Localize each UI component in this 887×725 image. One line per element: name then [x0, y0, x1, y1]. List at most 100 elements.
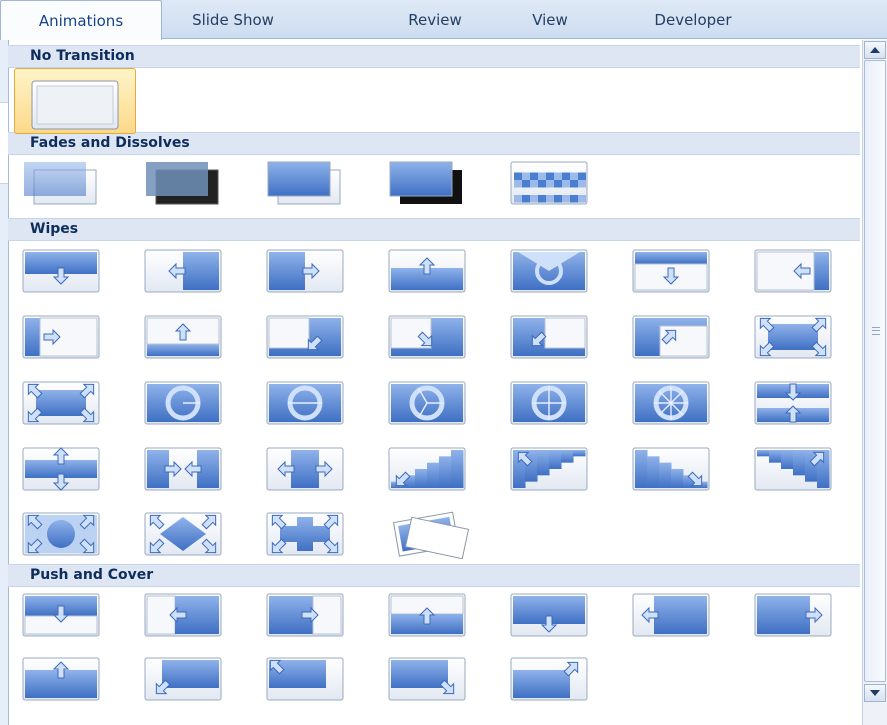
scroll-up-button[interactable]: [864, 41, 886, 59]
transition-uncover-right-up[interactable]: [630, 312, 720, 362]
transition-cut-black[interactable]: [386, 158, 476, 208]
uncover-left-down-icon: [266, 315, 344, 359]
transition-cover-right-down[interactable]: [386, 654, 476, 704]
transition-strips-left-down[interactable]: [386, 444, 476, 494]
transition-push-left[interactable]: [142, 590, 232, 640]
category-title: Wipes: [30, 221, 79, 237]
split-horizontal-out-icon: [22, 447, 100, 491]
scroll-up-arrow-icon: [870, 47, 880, 53]
transition-split-vertical-out[interactable]: [264, 444, 354, 494]
transition-uncover-left-up[interactable]: [386, 312, 476, 362]
transition-uncover-up[interactable]: [142, 312, 232, 362]
cover-down-icon: [510, 593, 588, 637]
transition-cover-right[interactable]: [752, 590, 842, 640]
transition-cover-left-up[interactable]: [264, 654, 354, 704]
tab-animations[interactable]: Animations: [0, 0, 162, 40]
fade-smooth-icon: [24, 162, 97, 205]
transition-cover-up[interactable]: [20, 654, 110, 704]
transition-cover-right-up[interactable]: [508, 654, 598, 704]
transition-newsflash[interactable]: [386, 509, 476, 559]
ribbon-edge: [0, 40, 8, 725]
transition-wheel-3[interactable]: [386, 378, 476, 428]
ribbon-tab-strip: Animations Slide Show Review View Develo…: [0, 0, 887, 40]
transition-wheel-4[interactable]: [508, 378, 598, 428]
wheel-3-icon: [388, 381, 466, 425]
category-header-no-transition: No Transition: [8, 45, 860, 68]
transition-cover-left-down[interactable]: [142, 654, 232, 704]
wheel-4-icon: [510, 381, 588, 425]
transition-blank-slide[interactable]: [14, 68, 136, 134]
split-vertical-out-icon: [266, 447, 344, 491]
gallery-scrollbar[interactable]: [862, 40, 887, 725]
transition-strips-right-down[interactable]: [630, 444, 720, 494]
transition-push-down[interactable]: [20, 590, 110, 640]
box-in-icon: [754, 315, 832, 359]
transition-push-up[interactable]: [386, 590, 476, 640]
transition-fade-smooth[interactable]: [20, 158, 110, 208]
transition-uncover-left[interactable]: [752, 246, 842, 296]
transition-uncover-right[interactable]: [20, 312, 110, 362]
scroll-thumb[interactable]: [864, 60, 886, 682]
tab-view[interactable]: View: [520, 0, 580, 38]
transition-wedge[interactable]: [508, 246, 598, 296]
transition-cover-left[interactable]: [630, 590, 720, 640]
wipe-up-icon: [388, 249, 466, 293]
newsflash-icon: [392, 511, 470, 559]
transition-wipe-down[interactable]: [20, 246, 110, 296]
transition-wipe-right[interactable]: [264, 246, 354, 296]
transition-wheel-1[interactable]: [142, 378, 232, 428]
cover-right-down-icon: [388, 657, 466, 701]
category-header-fades-and-dissolves: Fades and Dissolves: [8, 132, 860, 155]
tab-slide-show[interactable]: Slide Show: [178, 0, 288, 38]
transition-wipe-up[interactable]: [386, 246, 476, 296]
shape-diamond-icon: [144, 512, 222, 556]
scroll-down-arrow-icon: [870, 690, 880, 696]
cover-left-down-icon: [144, 657, 222, 701]
uncover-left-up-icon: [388, 315, 466, 359]
blank-slide-icon: [31, 80, 119, 130]
push-right-icon: [266, 593, 344, 637]
cut-black-icon: [389, 161, 462, 204]
transition-split-horizontal-out[interactable]: [20, 444, 110, 494]
wipe-right-icon: [266, 249, 344, 293]
transition-uncover-left-down[interactable]: [264, 312, 354, 362]
strips-left-up-icon: [510, 447, 588, 491]
strips-right-up-icon: [754, 447, 832, 491]
transition-cover-down[interactable]: [508, 590, 598, 640]
scroll-down-button[interactable]: [864, 684, 886, 702]
category-title: No Transition: [30, 48, 135, 64]
transition-uncover-down[interactable]: [630, 246, 720, 296]
uncover-right-up-icon: [632, 315, 710, 359]
uncover-right-down-icon: [510, 315, 588, 359]
transition-dissolve[interactable]: [508, 158, 598, 208]
transition-strips-left-up[interactable]: [508, 444, 598, 494]
tab-review[interactable]: Review: [395, 0, 475, 38]
wipe-left-icon: [144, 249, 222, 293]
shape-plus-icon: [266, 512, 344, 556]
transition-shape-diamond[interactable]: [142, 509, 232, 559]
transition-split-horizontal-in[interactable]: [752, 378, 842, 428]
transition-push-right[interactable]: [264, 590, 354, 640]
transition-strips-right-up[interactable]: [752, 444, 842, 494]
tab-developer[interactable]: Developer: [638, 0, 748, 38]
transition-fade-black[interactable]: [142, 158, 232, 208]
transition-wheel-2[interactable]: [264, 378, 354, 428]
transition-wipe-left[interactable]: [142, 246, 232, 296]
category-header-wipes: Wipes: [8, 218, 860, 241]
transition-shape-circle[interactable]: [20, 509, 110, 559]
transition-uncover-right-down[interactable]: [508, 312, 598, 362]
uncover-up-icon: [144, 315, 222, 359]
transition-box-in[interactable]: [752, 312, 842, 362]
strips-right-down-icon: [632, 447, 710, 491]
box-out-icon: [22, 381, 100, 425]
split-horizontal-in-icon: [754, 381, 832, 425]
transition-wheel-8[interactable]: [630, 378, 720, 428]
strips-left-down-icon: [388, 447, 466, 491]
push-up-icon: [388, 593, 466, 637]
transition-box-out[interactable]: [20, 378, 110, 428]
transition-split-vertical-in[interactable]: [142, 444, 232, 494]
transition-cut[interactable]: [264, 158, 354, 208]
transition-shape-plus[interactable]: [264, 509, 354, 559]
cover-right-up-icon: [510, 657, 588, 701]
dissolve-icon: [510, 161, 588, 205]
